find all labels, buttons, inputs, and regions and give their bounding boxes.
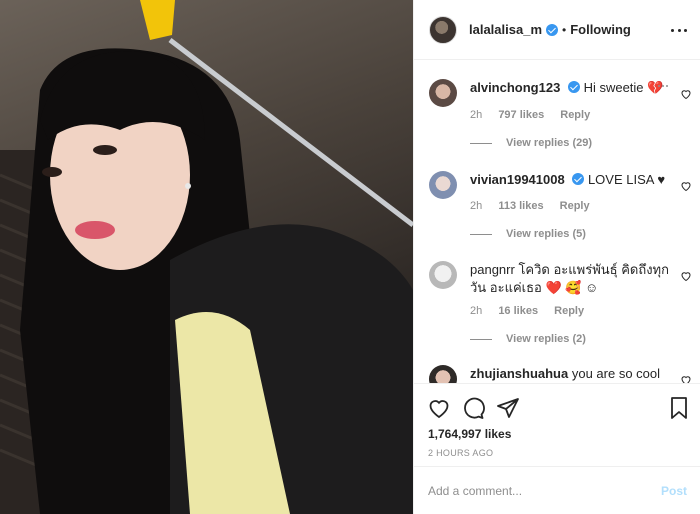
reply-button[interactable]: Reply xyxy=(560,109,590,121)
post-comment-button[interactable]: Post xyxy=(661,484,687,498)
verified-icon xyxy=(546,23,558,36)
like-count[interactable]: 1,764,997 likes xyxy=(428,427,511,441)
comment-composer: Post xyxy=(414,468,700,514)
commenter-username[interactable]: pangnrr xyxy=(470,262,515,277)
following-button[interactable]: Following xyxy=(570,22,631,37)
comment-like-icon[interactable] xyxy=(680,270,692,282)
comment-icon[interactable] xyxy=(461,396,485,420)
comment-meta: 2h 113 likes Reply xyxy=(470,200,603,212)
post-photo[interactable] xyxy=(0,0,413,514)
comment-list[interactable]: alvinchong123 Hi sweetie 💔 2h 797 likes … xyxy=(414,61,700,383)
bookmark-icon[interactable] xyxy=(667,396,691,420)
comment-likes[interactable]: 16 likes xyxy=(498,305,538,317)
comment-time: 2h xyxy=(470,200,483,212)
share-icon[interactable] xyxy=(496,396,520,420)
commenter-username[interactable]: alvinchong123 xyxy=(470,80,560,95)
heart-icon[interactable] xyxy=(427,396,451,420)
comment-text: LOVE LISA ♥ xyxy=(587,172,666,187)
more-icon[interactable] xyxy=(669,20,689,40)
view-replies-label: View replies (29) xyxy=(506,137,593,149)
header-separator: • xyxy=(562,22,567,37)
comment-likes[interactable]: 113 likes xyxy=(498,200,543,212)
comment-input[interactable] xyxy=(428,484,661,498)
comment-like-icon[interactable] xyxy=(680,374,692,383)
comment-like-icon[interactable] xyxy=(680,180,692,192)
comment-text: you are so cool xyxy=(571,366,661,381)
comment-meta: 2h 16 likes Reply xyxy=(470,305,597,317)
verified-icon xyxy=(567,81,580,93)
comment-time: 2h xyxy=(470,305,483,317)
reply-button[interactable]: Reply xyxy=(554,305,584,317)
author-avatar[interactable] xyxy=(429,15,457,44)
view-replies-button[interactable]: View replies (2) xyxy=(470,333,586,345)
view-replies-label: View replies (2) xyxy=(506,333,586,345)
reply-button[interactable]: Reply xyxy=(560,200,590,212)
comment-like-icon[interactable] xyxy=(680,88,692,100)
commenter-avatar[interactable] xyxy=(429,261,457,289)
comment-time: 2h xyxy=(470,109,483,121)
verified-icon xyxy=(572,173,585,185)
commenter-avatar[interactable] xyxy=(429,171,457,199)
photo-illustration xyxy=(0,0,413,514)
view-replies-button[interactable]: View replies (29) xyxy=(470,137,592,149)
commenter-username[interactable]: zhujianshuahua xyxy=(470,366,568,381)
author-username[interactable]: lalalalisa_m xyxy=(469,22,542,37)
view-replies-button[interactable]: View replies (5) xyxy=(470,228,586,240)
commenter-username[interactable]: vivian19941008 xyxy=(470,172,565,187)
comment-item: pangnrr โควิด อะแพร่พันธุ์ คิดถึงทุกวัน … xyxy=(429,261,694,361)
post-sidebar: lalalalisa_m • Following alvinchong123 H… xyxy=(413,0,700,514)
comment-meta: 2h 797 likes Reply xyxy=(470,109,603,121)
comment-item: alvinchong123 Hi sweetie 💔 2h 797 likes … xyxy=(429,79,694,174)
view-replies-label: View replies (5) xyxy=(506,228,586,240)
comment-options-icon[interactable] xyxy=(658,85,668,87)
comment-item: zhujianshuahua you are so cool xyxy=(429,365,694,383)
commenter-avatar[interactable] xyxy=(429,79,457,107)
post-header: lalalalisa_m • Following xyxy=(414,0,700,60)
comment-likes[interactable]: 797 likes xyxy=(498,109,544,121)
commenter-avatar[interactable] xyxy=(429,365,457,383)
post-timestamp[interactable]: 2 HOURS AGO xyxy=(428,448,493,458)
post-actions: 1,764,997 likes 2 HOURS AGO xyxy=(414,383,700,467)
comment-text: Hi sweetie 💔 xyxy=(583,80,664,95)
comment-item: vivian19941008 LOVE LISA ♥ 2h 113 likes … xyxy=(429,171,694,266)
